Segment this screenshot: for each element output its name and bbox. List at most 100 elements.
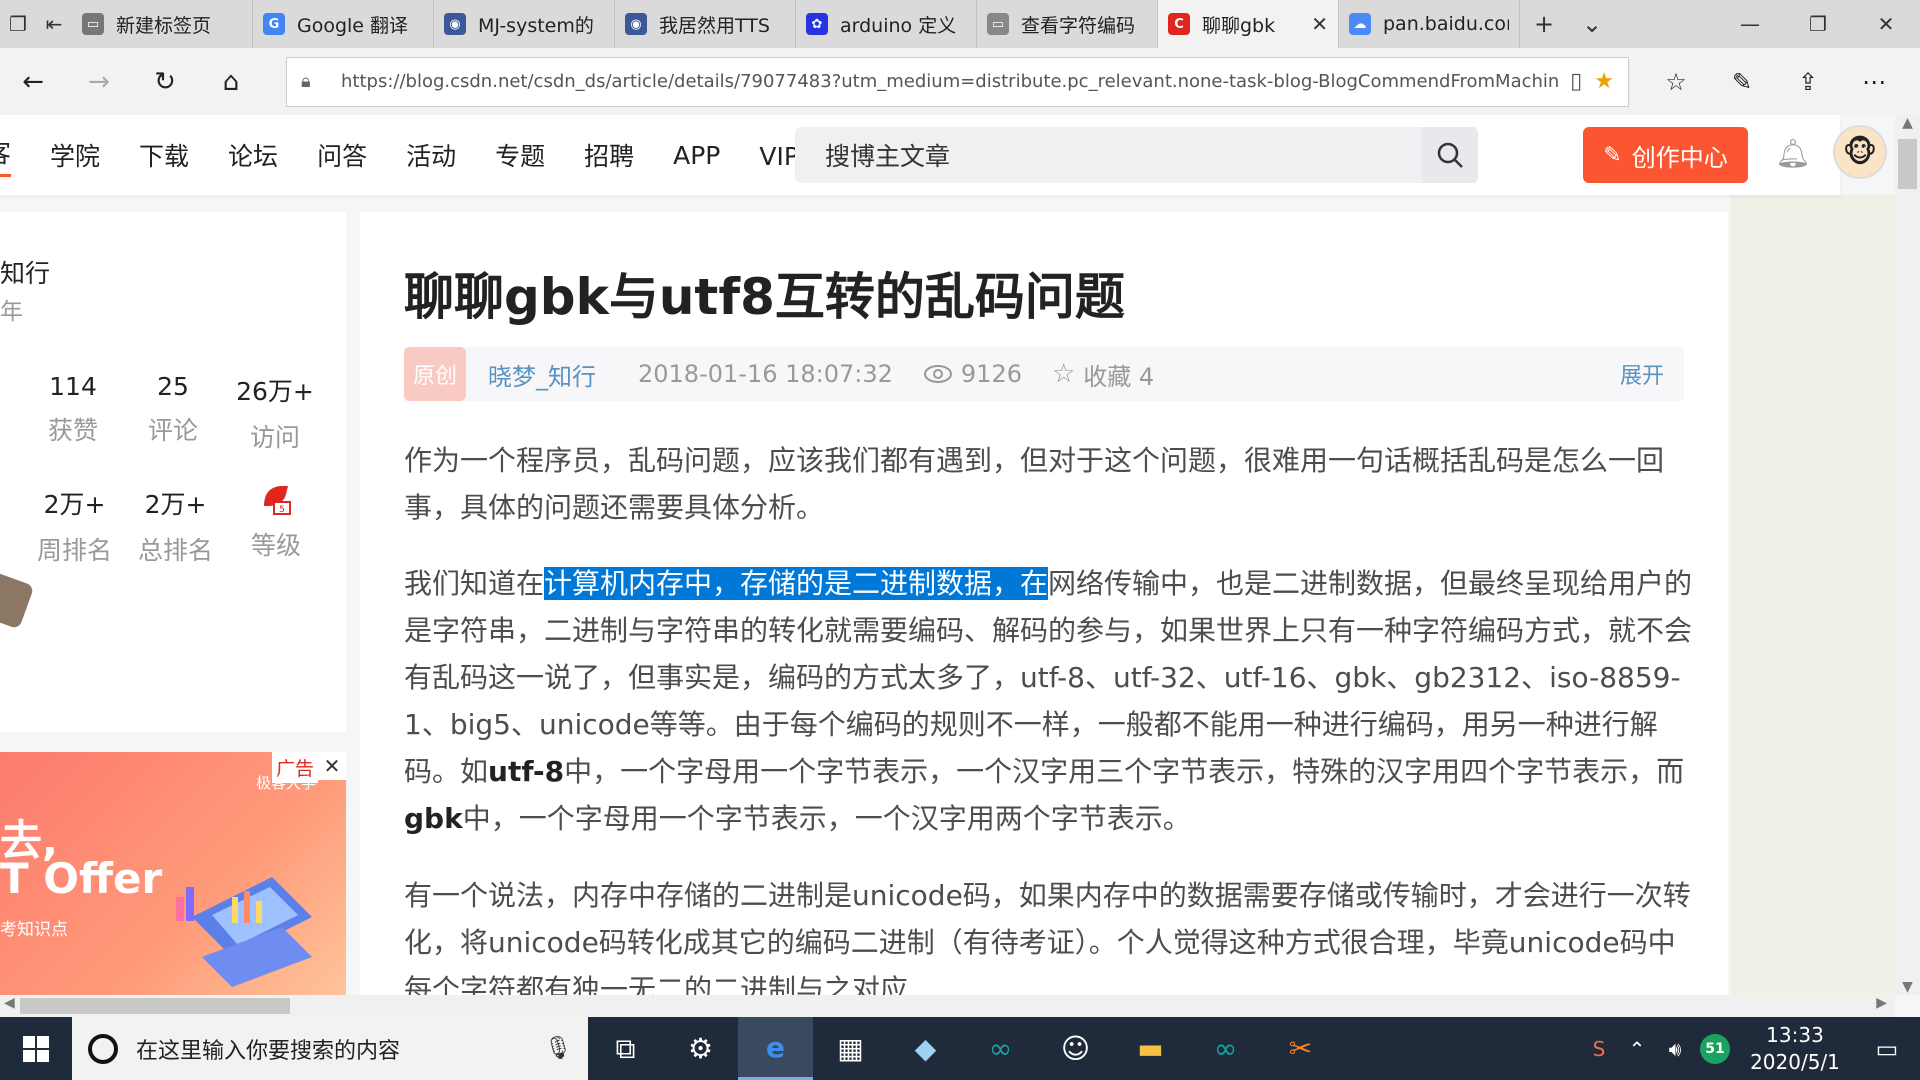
paint-icon[interactable]: ◆ [888,1017,963,1080]
ad-close-icon[interactable]: ✕ [318,752,346,780]
arduino-icon[interactable]: ∞ [963,1017,1038,1080]
blog-search-input[interactable]: 搜博主文章 [795,127,1478,183]
restore-icon[interactable]: ❐ [1784,0,1852,48]
article-paragraph: 我们知道在计算机内存中，存储的是二进制数据，在网络传输中，也是二进制数据，但最终… [404,560,1694,842]
settings-icon[interactable]: ⚙ [663,1017,738,1080]
favorite-link[interactable]: ☆ 收藏 4 [1052,357,1154,392]
calculator-icon[interactable]: ▦ [813,1017,888,1080]
tab-label: MJ-system的 [478,14,594,37]
edge-icon[interactable]: e [738,1017,813,1080]
tab-tts[interactable]: ◉ 我居然用TTS [615,0,796,48]
reading-view-icon[interactable]: ▯ [1570,69,1582,94]
csdn-icon: C [1168,13,1190,35]
taskbar-clock[interactable]: 13:33 2020/5/1 [1736,1022,1854,1076]
article-body: 聊聊gbk与utf8互转的乱码问题 原创 晓梦_知行 2018-01-16 18… [360,212,1728,995]
arduino-icon[interactable]: ∞ [1188,1017,1263,1080]
search-icon[interactable] [1422,127,1478,183]
scroll-thumb[interactable] [20,998,290,1014]
scroll-right-icon[interactable]: ▶ [1876,995,1887,1011]
scroll-up-icon[interactable]: ▲ [1895,115,1920,131]
tab-list-chevron-icon[interactable]: ⌄ [1568,0,1616,48]
more-menu-icon[interactable]: ⋯ [1841,68,1907,96]
selected-text: 计算机内存中，存储的是二进制数据，在 [544,567,1049,600]
vertical-scrollbar[interactable]: ▲ ▼ [1895,115,1920,995]
taskbar-search-placeholder: 在这里输入你要搜索的内容 [136,1038,401,1064]
task-view-icon[interactable]: ⧉ [588,1017,663,1080]
action-center-icon[interactable]: ▭ [1854,1035,1920,1063]
nav-item-events[interactable]: 活动 [406,137,456,173]
refresh-icon[interactable]: ↻ [132,48,198,115]
create-center-button[interactable]: ✎ 创作中心 [1583,127,1748,183]
taskbar-search-input[interactable]: 在这里输入你要搜索的内容 🎙︎ [72,1017,588,1080]
github-icon: ◉ [625,13,647,35]
expand-link[interactable]: 展开 [1620,358,1664,390]
nav-item-app[interactable]: APP [673,141,720,170]
star-outline-icon: ☆ [1051,359,1076,389]
volume-icon[interactable]: 🔊︎ [1656,1037,1694,1061]
svg-text:5: 5 [279,505,285,515]
nav-item-jobs[interactable]: 招聘 [584,137,634,173]
tray-badge[interactable]: 51 [1700,1033,1730,1064]
nav-item-topics[interactable]: 专题 [495,137,545,173]
address-bar[interactable]: 🔒︎ https://blog.csdn.net/csdn_ds/article… [286,56,1629,107]
snipping-tool-icon[interactable]: ✂ [1263,1017,1338,1080]
close-window-icon[interactable]: ✕ [1852,0,1920,48]
page-background-right [1730,195,1895,995]
cortana-icon[interactable] [88,1033,118,1064]
chevron-up-icon[interactable]: ⌃ [1618,1037,1656,1061]
new-tab-button[interactable]: + [1520,0,1568,48]
nav-item-academy[interactable]: 学院 [50,137,100,173]
baidu-paw-icon: ✿ [806,13,828,35]
minimize-icon[interactable]: — [1716,0,1784,48]
file-explorer-icon[interactable]: ▬ [1113,1017,1188,1080]
windows-taskbar: 在这里输入你要搜索的内容 🎙︎ ⧉ ⚙ e ▦ ◆ ∞ ☺ ▬ ∞ ✂ S ⌃ … [0,1017,1920,1080]
microphone-icon[interactable]: 🎙︎ [544,1036,572,1061]
author-years: 年 [0,299,23,325]
tab-new-tab[interactable]: ▭ 新建标签页 [72,0,253,48]
sidebar-ad[interactable]: 广告 ✕ 极客大学 去, T Offer 考知识点 [0,752,346,995]
author-name[interactable]: 知行 [0,254,50,290]
tab-baidu-pan[interactable]: ☁ pan.baidu.cor [1339,0,1520,48]
publish-date: 2018-01-16 18:07:32 [638,360,893,388]
scroll-thumb[interactable] [1898,139,1917,189]
back-arrow-icon[interactable]: ← [0,48,66,115]
author-link[interactable]: 晓梦_知行 [488,357,596,392]
sogou-ime-icon[interactable]: S [1580,1037,1618,1061]
rank-label: 等级 [250,531,301,560]
favorite-star-icon[interactable]: ★ [1594,69,1614,94]
horizontal-scrollbar[interactable]: ◀ ▶ [0,995,1895,1017]
tab-gbk-article[interactable]: C 聊聊gbk ✕ [1158,0,1339,48]
share-icon[interactable]: ⇪ [1775,68,1841,96]
tab-label: 查看字符编码 [1021,14,1136,37]
favorites-list-icon[interactable]: ☆ [1643,68,1709,96]
set-aside-tabs-icon[interactable]: ⇤ [36,0,72,48]
avatar-app-icon[interactable]: ☺ [1038,1017,1113,1080]
web-notes-pen-icon[interactable]: ✎ [1709,68,1775,96]
user-avatar[interactable]: 🐵︎ [1833,125,1887,179]
article-title: 聊聊gbk与utf8互转的乱码问题 [404,268,1125,326]
nav-item-blog[interactable]: 客 [0,134,12,177]
browser-toolbar: ← → ↻ ⌂ 🔒︎ https://blog.csdn.net/csdn_ds… [0,48,1920,115]
stat-value: 114 [49,372,97,401]
tab-actions-icon[interactable]: ❐ [0,0,36,48]
system-tray: S ⌃ 🔊︎ 51 13:33 2020/5/1 ▭ [1580,1017,1920,1080]
close-tab-icon[interactable]: ✕ [1311,12,1328,36]
search-placeholder: 搜博主文章 [825,142,951,171]
stat-visits: 26万+ 访问 [230,372,320,454]
tab-charset[interactable]: ▭ 查看字符编码 [977,0,1158,48]
tab-label: pan.baidu.cor [1383,13,1509,35]
forward-arrow-icon[interactable]: → [66,48,132,115]
eye-icon [923,365,952,383]
scroll-left-icon[interactable]: ◀ [4,995,15,1011]
nav-item-forum[interactable]: 论坛 [228,137,278,173]
tab-label: 新建标签页 [116,14,212,37]
tab-google-translate[interactable]: G Google 翻译 [253,0,434,48]
windows-start-icon[interactable] [0,1017,72,1080]
home-icon[interactable]: ⌂ [198,48,264,115]
nav-item-download[interactable]: 下载 [139,137,189,173]
nav-item-qa[interactable]: 问答 [317,137,367,173]
tab-mj-system[interactable]: ◉ MJ-system的 [434,0,615,48]
scroll-down-icon[interactable]: ▼ [1895,979,1920,995]
tab-arduino[interactable]: ✿ arduino 定义 [796,0,977,48]
notification-bell-icon[interactable]: 🔔︎ [1775,137,1811,170]
